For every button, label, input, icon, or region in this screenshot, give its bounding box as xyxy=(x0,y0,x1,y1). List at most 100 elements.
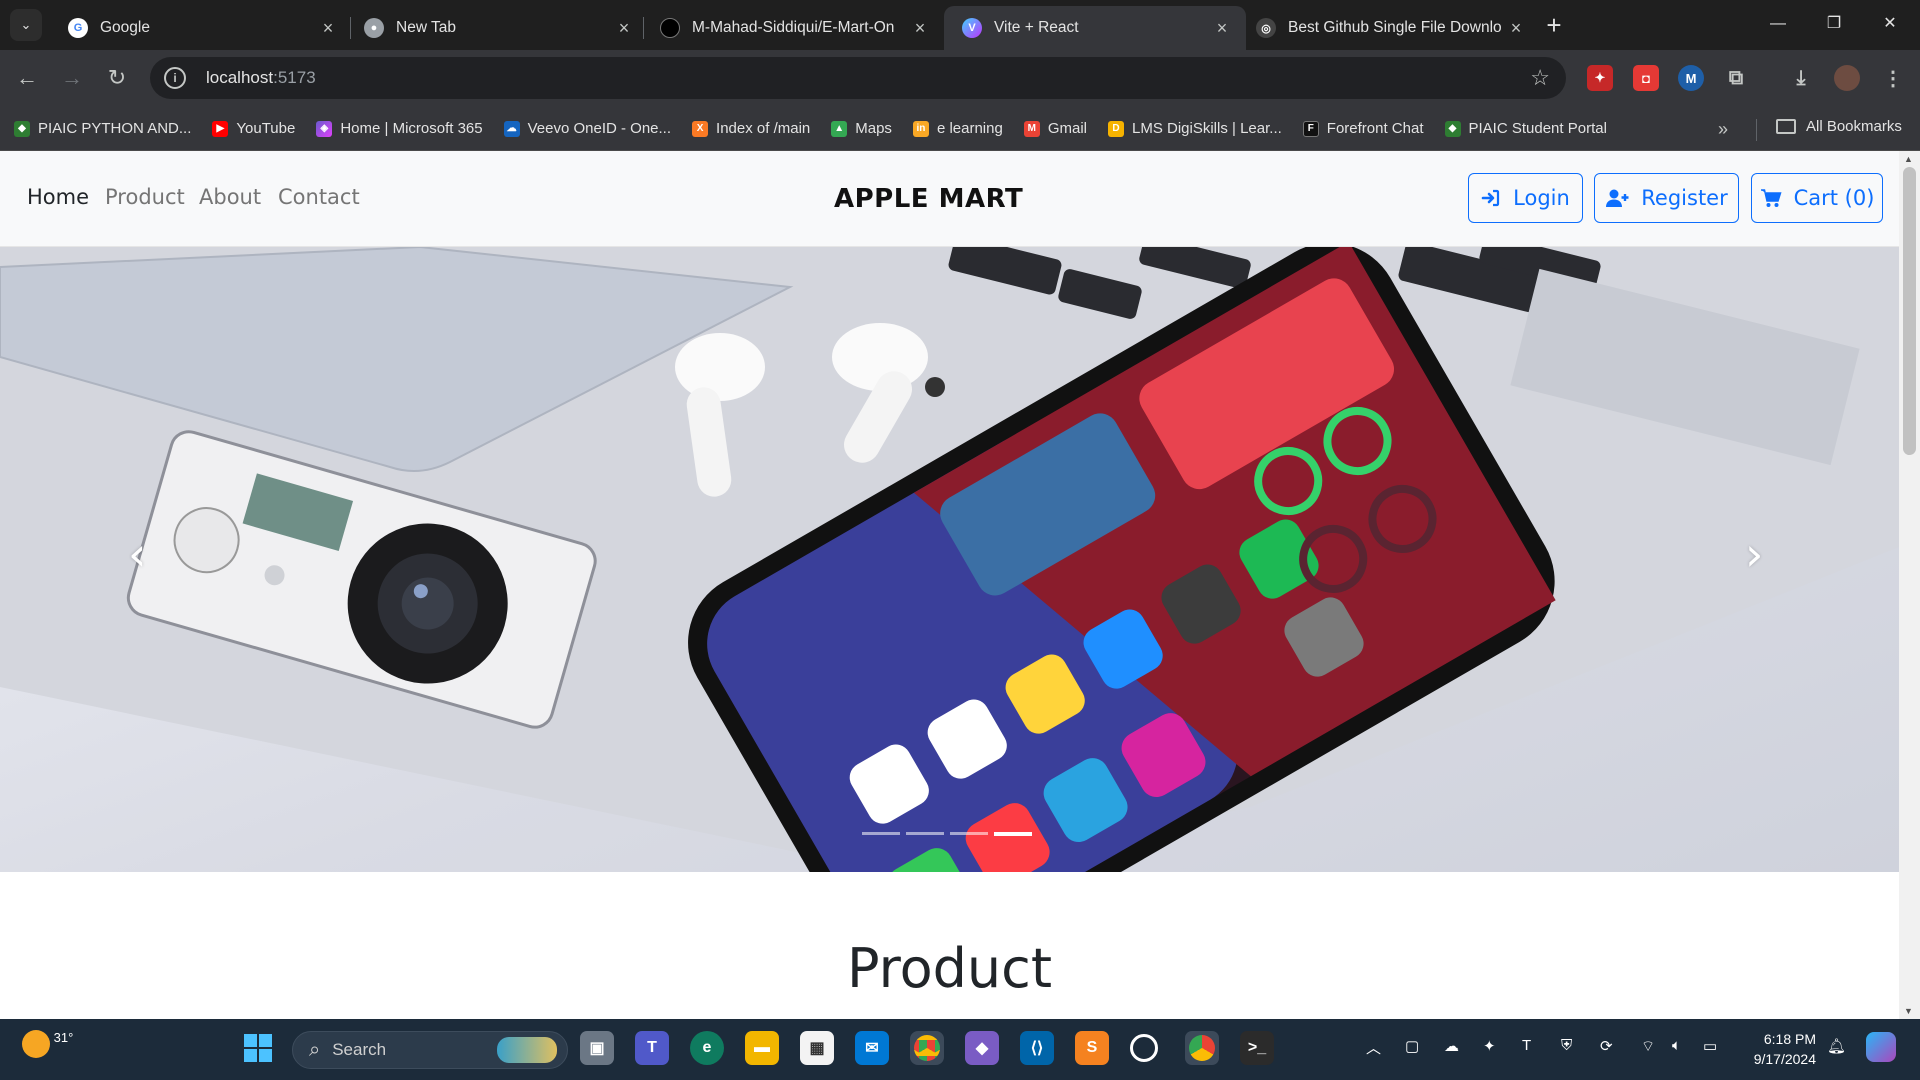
tab-search-button[interactable]: ⌄ xyxy=(10,9,42,41)
battery-icon[interactable]: ▭ xyxy=(1703,1037,1717,1055)
address-bar[interactable]: i localhost:5173 ☆ xyxy=(150,57,1566,99)
carousel-indicator[interactable] xyxy=(950,832,988,835)
close-window-icon[interactable]: ✕ xyxy=(1870,8,1910,40)
close-tab-icon[interactable]: × xyxy=(1506,18,1526,39)
search-highlight-icon xyxy=(497,1037,557,1063)
carousel-indicator-active[interactable] xyxy=(994,832,1032,836)
extensions-puzzle-icon[interactable]: ⧉ xyxy=(1723,65,1749,91)
cube-app-icon[interactable]: ◆ xyxy=(965,1031,999,1065)
ms-store-icon[interactable]: ▦ xyxy=(800,1031,834,1065)
volume-icon[interactable]: 🔈︎ xyxy=(1672,1037,1681,1054)
extension-icon[interactable]: ✦ xyxy=(1587,65,1613,91)
close-tab-icon[interactable]: × xyxy=(910,18,930,39)
onedrive-icon[interactable]: ☁ xyxy=(1444,1037,1459,1055)
scroll-up-icon[interactable]: ▲ xyxy=(1904,154,1913,164)
carousel-prev-button[interactable]: ‹ xyxy=(128,527,146,581)
tab-github[interactable]: M-Mahad-Siddiqui/E-Mart-On × xyxy=(642,6,944,50)
tab-new-tab[interactable]: ● New Tab × xyxy=(346,6,648,50)
mail-icon[interactable]: ✉ xyxy=(855,1031,889,1065)
bookmark-star-icon[interactable]: ☆ xyxy=(1530,65,1550,91)
login-button[interactable]: Login xyxy=(1468,173,1583,223)
teams-tray-icon[interactable]: T xyxy=(1522,1037,1531,1054)
close-tab-icon[interactable]: × xyxy=(318,18,338,39)
tray-color-icon[interactable]: ✦ xyxy=(1483,1037,1496,1055)
tab-google[interactable]: G Google × xyxy=(50,6,352,50)
bookmarks-divider xyxy=(1756,119,1757,141)
new-tab-button[interactable]: + xyxy=(1540,12,1568,40)
tray-app-icon[interactable]: ▢ xyxy=(1405,1037,1419,1055)
minimize-icon[interactable]: — xyxy=(1758,8,1798,40)
system-clock[interactable]: 6:18 PM 9/17/2024 xyxy=(1740,1029,1816,1069)
copilot-icon[interactable] xyxy=(1866,1032,1896,1062)
menu-kebab-icon[interactable]: ⋮ xyxy=(1880,65,1906,91)
page-scrollbar[interactable]: ▲ ▼ xyxy=(1899,151,1920,1019)
carousel-next-button[interactable]: › xyxy=(1745,527,1763,581)
file-explorer-icon[interactable]: ▬ xyxy=(745,1031,779,1065)
piaic-icon: ◆ xyxy=(1444,120,1461,137)
cart-button[interactable]: Cart (0) xyxy=(1751,173,1883,223)
carousel-indicator[interactable] xyxy=(862,832,900,835)
more-bookmarks-icon[interactable]: » xyxy=(1718,119,1728,140)
register-button[interactable]: Register xyxy=(1594,173,1739,223)
shopping-cart-icon xyxy=(1760,189,1782,207)
weather-sun-icon xyxy=(22,1030,50,1058)
back-icon[interactable]: ← xyxy=(12,63,42,93)
bookmark-item[interactable]: ▶ YouTube xyxy=(212,120,295,137)
scrollbar-thumb[interactable] xyxy=(1903,167,1916,455)
close-tab-icon[interactable]: × xyxy=(1212,18,1232,39)
sublime-icon[interactable]: S xyxy=(1075,1031,1109,1065)
show-hidden-icons[interactable]: ︿ xyxy=(1366,1037,1381,1058)
carousel-indicator[interactable] xyxy=(906,832,944,835)
wifi-icon[interactable]: ⌔ xyxy=(1641,1037,1655,1056)
vscode-icon[interactable]: ⟨⟩ xyxy=(1020,1031,1054,1065)
terminal-icon[interactable]: >_ xyxy=(1240,1031,1274,1065)
tab-title: Vite + React xyxy=(994,19,1079,36)
weather-widget[interactable]: 31° xyxy=(22,1030,73,1058)
tab-title: M-Mahad-Siddiqui/E-Mart-On xyxy=(692,19,895,36)
taskbar-search[interactable]: ⌕ Search xyxy=(292,1031,568,1069)
teams-icon[interactable]: T xyxy=(635,1031,669,1065)
windows-start-icon[interactable] xyxy=(241,1031,275,1065)
bookmark-item[interactable]: D LMS DigiSkills | Lear... xyxy=(1108,120,1282,137)
cart-label: Cart (0) xyxy=(1793,186,1875,210)
nav-contact[interactable]: Contact xyxy=(278,185,360,209)
nav-about[interactable]: About xyxy=(199,185,261,209)
tab-github-download[interactable]: ◎ Best Github Single File Downlo × xyxy=(1238,6,1540,50)
security-icon[interactable]: ⛨ xyxy=(1561,1037,1572,1054)
download-icon[interactable]: ⤓ xyxy=(1788,65,1814,91)
bookmark-item[interactable]: ▲ Maps xyxy=(831,120,892,137)
bookmark-item[interactable]: ☁ Veevo OneID - One... xyxy=(503,120,671,137)
restore-icon[interactable]: ❐ xyxy=(1814,8,1854,40)
forward-icon[interactable]: → xyxy=(57,63,87,93)
chrome-taskbar-icon[interactable] xyxy=(910,1031,944,1065)
url-text[interactable]: localhost:5173 xyxy=(206,68,316,88)
site-info-icon[interactable]: i xyxy=(164,67,186,89)
bookmark-item[interactable]: in e learning xyxy=(912,120,1003,137)
bookmark-item[interactable]: M Gmail xyxy=(1023,120,1087,137)
site-navbar: Home Product About Contact APPLE MART Lo… xyxy=(0,151,1899,247)
bookmark-item[interactable]: ◆ PIAIC PYTHON AND... xyxy=(14,120,191,137)
tab-vite-react[interactable]: V Vite + React × xyxy=(944,6,1246,50)
sync-icon[interactable]: ⟳ xyxy=(1600,1037,1613,1055)
bookmark-item[interactable]: F Forefront Chat xyxy=(1302,120,1424,137)
weather-temp: 31° xyxy=(53,1030,74,1045)
bookmark-item[interactable]: X Index of /main xyxy=(692,120,810,137)
nav-product[interactable]: Product xyxy=(105,185,185,209)
reload-icon[interactable]: ↻ xyxy=(102,63,132,93)
task-view-icon[interactable]: ▣ xyxy=(580,1031,614,1065)
scroll-down-icon[interactable]: ▼ xyxy=(1904,1006,1913,1016)
extension-m-icon[interactable]: M xyxy=(1678,65,1704,91)
chrome-profile-icon[interactable] xyxy=(1185,1031,1219,1065)
bookmark-item[interactable]: ◆ PIAIC Student Portal xyxy=(1444,120,1607,137)
bookmark-item[interactable]: ◈ Home | Microsoft 365 xyxy=(316,120,483,137)
close-tab-icon[interactable]: × xyxy=(614,18,634,39)
all-bookmarks-button[interactable]: All Bookmarks xyxy=(1776,118,1902,135)
brand-logo[interactable]: APPLE MART xyxy=(834,184,1023,214)
profile-avatar[interactable] xyxy=(1834,65,1860,91)
obs-icon[interactable] xyxy=(1130,1034,1158,1062)
vite-icon: V xyxy=(962,18,982,38)
nav-home[interactable]: Home xyxy=(27,185,89,209)
notification-bell-icon[interactable]: 🔔︎ xyxy=(1827,1037,1846,1055)
pocket-icon[interactable]: ◘ xyxy=(1633,65,1659,91)
edge-icon[interactable]: e xyxy=(690,1031,724,1065)
